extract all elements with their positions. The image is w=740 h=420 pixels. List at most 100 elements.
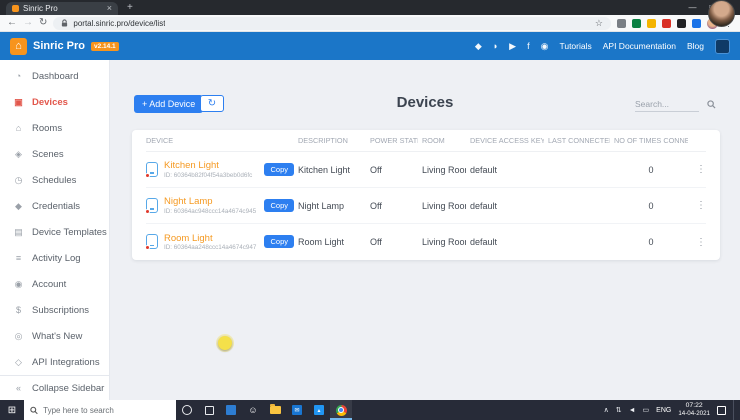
sidebar-item-dashboard[interactable]: ◔ Dashboard: [0, 63, 109, 89]
row-menu-icon[interactable]: ⋮: [692, 200, 706, 211]
times-connected: 0: [614, 165, 688, 175]
store-icon[interactable]: [220, 400, 242, 420]
sidebar-item-label: What's New: [32, 331, 82, 342]
extension-icon[interactable]: [677, 19, 686, 28]
sidebar-item-credentials[interactable]: ◆ Credentials: [0, 193, 109, 219]
sidebar-item-api-integrations[interactable]: ◇ API Integrations: [0, 349, 109, 375]
reload-button[interactable]: ↻: [39, 18, 47, 28]
device-description: Kitchen Light: [298, 165, 366, 175]
network-icon[interactable]: ⇅: [616, 406, 622, 414]
column-header-room: ROOM: [422, 136, 466, 145]
file-explorer-icon[interactable]: [264, 400, 286, 420]
taskbar-search[interactable]: [24, 400, 176, 420]
new-tab-button[interactable]: +: [127, 1, 133, 15]
times-connected: 0: [614, 201, 688, 211]
device-search: [635, 97, 716, 112]
show-desktop-button[interactable]: [733, 400, 737, 420]
copy-id-button[interactable]: Copy: [264, 199, 294, 212]
nav-link-api-documentation[interactable]: API Documentation: [603, 41, 676, 51]
extension-icon[interactable]: [647, 19, 656, 28]
activity-log-icon: ≡: [13, 253, 24, 263]
collapse-icon: «: [13, 383, 24, 393]
copy-id-button[interactable]: Copy: [264, 235, 294, 248]
cortana-icon[interactable]: [176, 400, 198, 420]
sidebar: ◔ Dashboard ▣ Devices ⌂ Rooms ◈ Scenes ◷: [0, 60, 110, 400]
sidebar-item-label: API Integrations: [32, 357, 100, 368]
copy-id-button[interactable]: Copy: [264, 163, 294, 176]
hidden-icons-chevron[interactable]: ∧: [604, 406, 609, 414]
sidebar-item-label: Activity Log: [32, 253, 81, 264]
app-header: ⌂ Sinric Pro v2.14.1 ◆ ◗ ▶ f ◉ Tutorials…: [0, 32, 740, 60]
github-icon[interactable]: ◉: [541, 41, 549, 52]
photos-icon[interactable]: ▲: [308, 400, 330, 420]
page-body: ◔ Dashboard ▣ Devices ⌂ Rooms ◈ Scenes ◷: [0, 60, 740, 400]
sidebar-item-whats-new[interactable]: ◎ What's New: [0, 323, 109, 349]
column-header-power-state: POWER STATE: [370, 136, 418, 145]
sidebar-item-subscriptions[interactable]: $ Subscriptions: [0, 297, 109, 323]
discord-icon[interactable]: ◗: [493, 41, 498, 51]
action-center-icon[interactable]: [717, 406, 726, 415]
refresh-button[interactable]: ↻: [200, 95, 224, 112]
search-input[interactable]: [635, 97, 699, 112]
sidebar-item-account[interactable]: ◉ Account: [0, 271, 109, 297]
forward-button[interactable]: →: [23, 18, 33, 28]
facecam-overlay: [708, 0, 735, 27]
device-icon: [146, 198, 158, 213]
nav-link-tutorials[interactable]: Tutorials: [559, 41, 591, 51]
start-button[interactable]: ⊞: [0, 405, 24, 416]
task-view-button[interactable]: [198, 400, 220, 420]
times-connected: 0: [614, 237, 688, 247]
device-icon: [146, 162, 158, 177]
address-bar[interactable]: portal.sinric.pro/device/list ☆: [53, 17, 611, 30]
battery-icon[interactable]: ▭: [643, 406, 650, 414]
sidebar-item-label: Account: [32, 279, 66, 290]
search-icon: [30, 406, 38, 415]
cortana-ring-icon: [182, 405, 192, 415]
table-row: Night Lamp ID: 60364ac948ccc14a4674c945 …: [146, 188, 706, 224]
browser-tab[interactable]: Sinric Pro ×: [6, 2, 118, 15]
tab-close-icon[interactable]: ×: [107, 2, 112, 15]
sidebar-item-rooms[interactable]: ⌂ Rooms: [0, 115, 109, 141]
extension-icon[interactable]: [662, 19, 671, 28]
extension-icon[interactable]: [692, 19, 701, 28]
power-state: Off: [370, 165, 418, 175]
extension-icon[interactable]: [617, 19, 626, 28]
volume-icon[interactable]: ◄: [629, 407, 636, 414]
sidebar-item-schedules[interactable]: ◷ Schedules: [0, 167, 109, 193]
window-minimize-button[interactable]: —: [683, 0, 702, 15]
sidebar-item-activity-log[interactable]: ≡ Activity Log: [0, 245, 109, 271]
device-id: ID: 60364ac948ccc14a4674c945: [164, 208, 258, 215]
taskbar-search-input[interactable]: [43, 406, 170, 415]
community-icon[interactable]: ◆: [475, 41, 482, 52]
clock[interactable]: 07:22 14-04-2021: [678, 402, 710, 419]
sidebar-item-devices[interactable]: ▣ Devices: [0, 89, 109, 115]
clock-time: 07:22: [678, 402, 710, 411]
back-button[interactable]: ←: [7, 18, 17, 28]
sidebar-item-device-templates[interactable]: ▤ Device Templates: [0, 219, 109, 245]
language-indicator[interactable]: ENG: [656, 407, 671, 414]
row-menu-icon[interactable]: ⋮: [692, 237, 706, 248]
bookmark-star-icon[interactable]: ☆: [595, 18, 603, 29]
youtube-icon[interactable]: ▶: [509, 41, 516, 52]
sidebar-item-scenes[interactable]: ◈ Scenes: [0, 141, 109, 167]
collapse-sidebar-button[interactable]: « Collapse Sidebar: [0, 375, 109, 400]
row-menu-icon[interactable]: ⋮: [692, 164, 706, 175]
user-avatar[interactable]: [715, 39, 730, 54]
column-header-device: DEVICE: [146, 136, 294, 145]
device-room: Living Room: [422, 201, 466, 211]
task-view-icon: [205, 406, 214, 415]
taskbar: ⊞ ☺ ✉ ▲ ∧ ⇅ ◄ ▭ ENG 07:22 14-04-2021: [0, 400, 740, 420]
add-device-button[interactable]: + Add Device: [134, 95, 203, 113]
device-access-key: default: [470, 165, 544, 175]
device-access-key: default: [470, 237, 544, 247]
mail-icon[interactable]: ✉: [286, 400, 308, 420]
facebook-icon[interactable]: f: [527, 41, 530, 51]
device-text: Night Lamp ID: 60364ac948ccc14a4674c945: [164, 196, 258, 214]
sidebar-item-label: Dashboard: [32, 71, 78, 82]
people-icon[interactable]: ☺: [242, 400, 264, 420]
chrome-icon[interactable]: [330, 400, 352, 420]
cursor-highlight: [218, 336, 232, 350]
nav-link-blog[interactable]: Blog: [687, 41, 704, 51]
extension-icon[interactable]: [632, 19, 641, 28]
sinric-logo[interactable]: ⌂: [10, 38, 27, 55]
